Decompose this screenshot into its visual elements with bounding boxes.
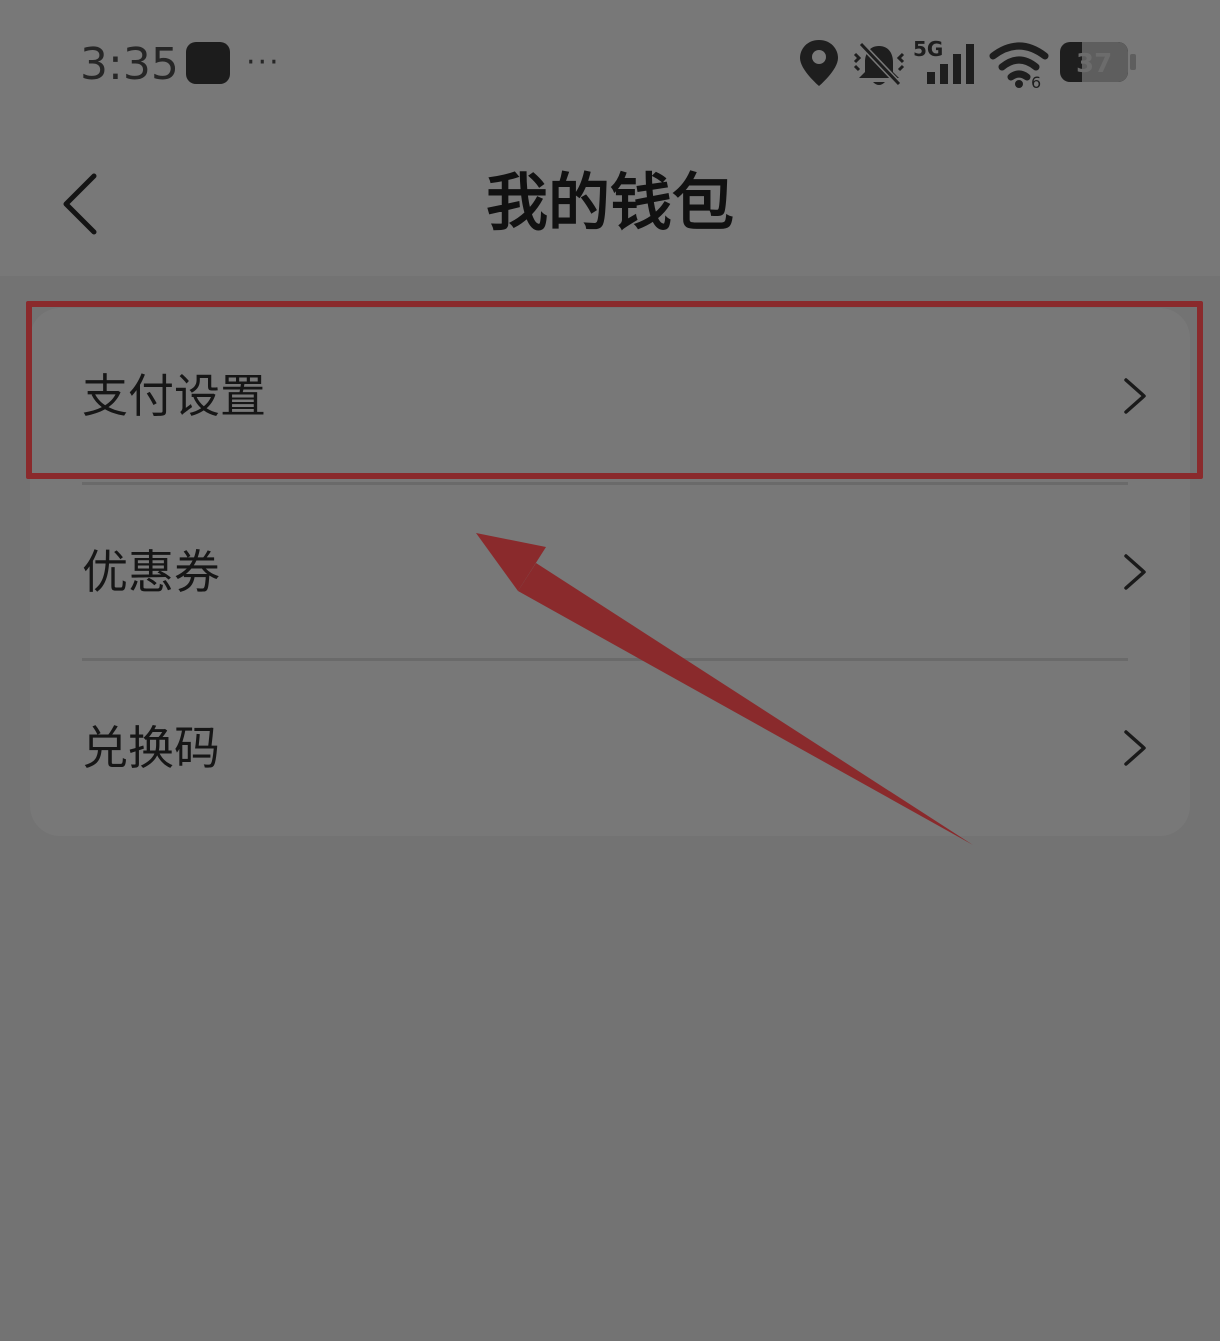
nav-bar: 我的钱包 bbox=[0, 128, 1220, 276]
status-bar: 3:35 ··· 5G 6 37 bbox=[0, 0, 1220, 128]
wifi-label: 6 bbox=[1031, 73, 1041, 90]
silent-bell-icon bbox=[853, 41, 905, 87]
location-icon bbox=[800, 40, 838, 86]
menu-item-label: 支付设置 bbox=[82, 369, 266, 423]
app-notification-icon bbox=[186, 42, 230, 84]
status-icons: 5G 6 37 bbox=[800, 37, 1136, 90]
menu-item-label: 优惠券 bbox=[82, 545, 220, 599]
menu-item-coupons[interactable]: 优惠券 bbox=[30, 484, 1190, 660]
chevron-left-icon bbox=[63, 173, 97, 235]
wallet-menu-card: 支付设置 优惠券 兑换码 bbox=[30, 308, 1190, 836]
page-title: 我的钱包 bbox=[485, 166, 734, 239]
network-label: 5G bbox=[913, 37, 943, 61]
status-time: 3:35 bbox=[80, 39, 179, 90]
menu-item-redeem-code[interactable]: 兑换码 bbox=[30, 660, 1190, 836]
battery-icon: 37 bbox=[1060, 42, 1136, 82]
back-button[interactable] bbox=[48, 164, 112, 244]
screen: 3:35 ··· 5G 6 37 我的钱包 支付设置 优惠券 兑换码 bbox=[0, 0, 1220, 1341]
more-dots: ··· bbox=[246, 45, 281, 80]
wifi-icon: 6 bbox=[989, 42, 1049, 90]
chevron-right-icon bbox=[1124, 554, 1146, 590]
menu-item-label: 兑换码 bbox=[82, 721, 220, 775]
battery-level: 37 bbox=[1076, 49, 1112, 79]
signal-icon: 5G bbox=[913, 37, 974, 84]
chevron-right-icon bbox=[1124, 378, 1146, 414]
menu-item-payment-settings[interactable]: 支付设置 bbox=[30, 308, 1190, 484]
chevron-right-icon bbox=[1124, 730, 1146, 766]
